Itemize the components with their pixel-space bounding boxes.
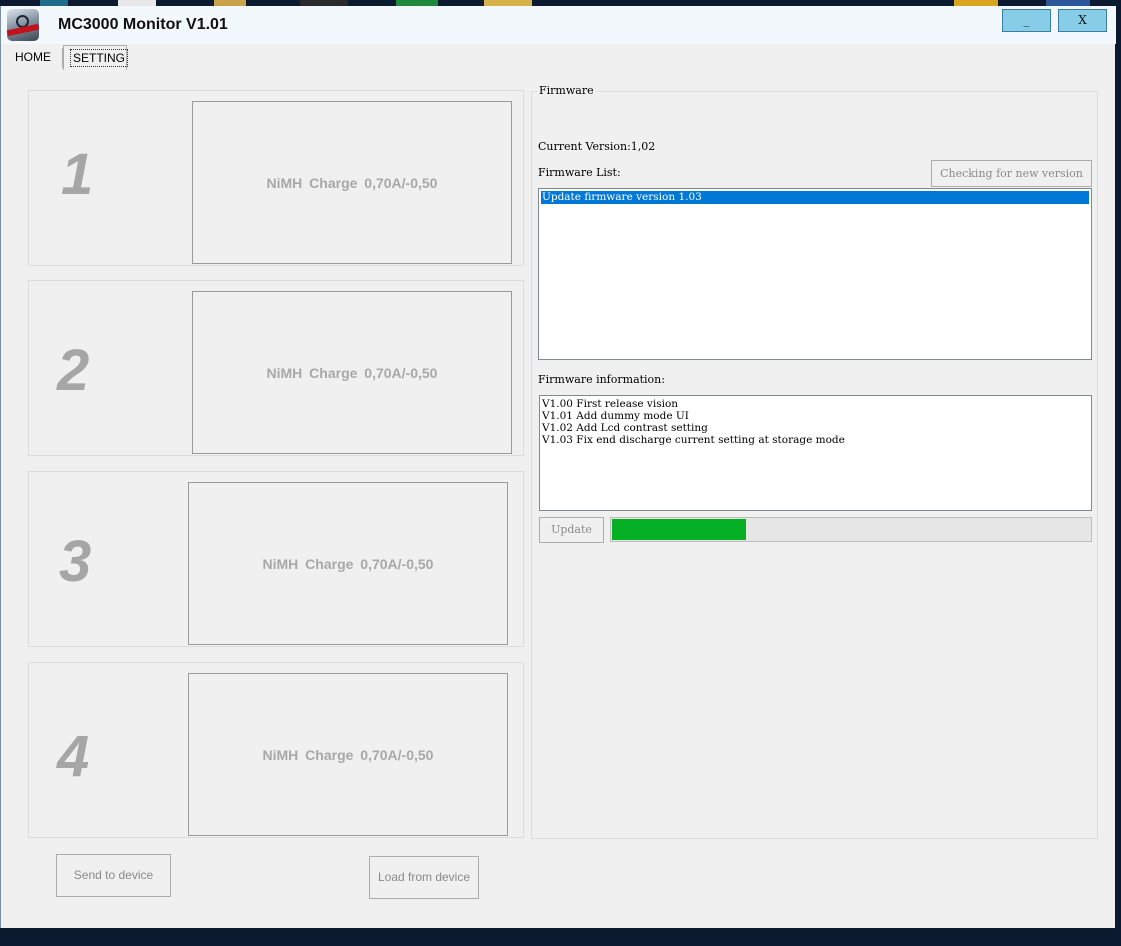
- slot-number: 2: [57, 338, 90, 403]
- minimize-button[interactable]: _: [1002, 9, 1051, 32]
- tab-setting-label: SETTING: [70, 49, 129, 67]
- list-item[interactable]: Update firmware version 1.03: [541, 191, 1089, 204]
- info-line: V1.02 Add Lcd contrast setting: [542, 422, 708, 434]
- progress-fill: [612, 519, 746, 540]
- slot-program-box[interactable]: NiMH Charge 0,70A/-0,50: [192, 101, 512, 264]
- firmware-list-label: Firmware List:: [538, 166, 621, 179]
- firmware-info-label: Firmware information:: [538, 373, 665, 386]
- slot-panel-4: 4 NiMH Charge 0,70A/-0,50: [28, 662, 524, 838]
- firmware-group-title: Firmware: [537, 84, 596, 97]
- window-title: MC3000 Monitor V1.01: [58, 16, 228, 33]
- app-logo-icon: [7, 9, 39, 41]
- firmware-list[interactable]: Update firmware version 1.03: [538, 188, 1092, 360]
- firmware-info-textbox[interactable]: V1.00 First release vision V1.01 Add dum…: [539, 395, 1092, 511]
- current-version-label: Current Version:1,02: [538, 140, 656, 153]
- slot-panel-1: 1 NiMH Charge 0,70A/-0,50: [28, 90, 524, 266]
- close-button[interactable]: X: [1058, 9, 1107, 32]
- slot-program-box[interactable]: NiMH Charge 0,70A/-0,50: [192, 291, 512, 454]
- slot-panel-3: 3 NiMH Charge 0,70A/-0,50: [28, 471, 524, 647]
- info-line: V1.00 First release vision: [542, 398, 679, 410]
- slot-program-box[interactable]: NiMH Charge 0,70A/-0,50: [188, 482, 508, 645]
- check-new-version-button[interactable]: Checking for new version: [931, 160, 1092, 187]
- tab-home[interactable]: HOME: [9, 46, 57, 69]
- slot-program-box[interactable]: NiMH Charge 0,70A/-0,50: [188, 673, 508, 836]
- info-line: V1.03 Fix end discharge current setting …: [542, 434, 845, 446]
- slot-number: 4: [57, 724, 90, 789]
- app-window: MC3000 Monitor V1.01 _ X HOME SETTING 1 …: [0, 6, 1116, 928]
- slot-number: 3: [59, 529, 92, 594]
- load-from-device-button[interactable]: Load from device: [369, 856, 479, 899]
- slot-panel-2: 2 NiMH Charge 0,70A/-0,50: [28, 280, 524, 456]
- update-button[interactable]: Update: [539, 517, 604, 543]
- send-to-device-button[interactable]: Send to device: [56, 854, 171, 897]
- title-bar[interactable]: MC3000 Monitor V1.01 _ X: [1, 6, 1116, 44]
- tab-setting[interactable]: SETTING: [63, 45, 129, 70]
- info-line: V1.01 Add dummy mode UI: [542, 410, 689, 422]
- update-progress-bar: [610, 517, 1092, 542]
- slot-number: 1: [61, 142, 94, 207]
